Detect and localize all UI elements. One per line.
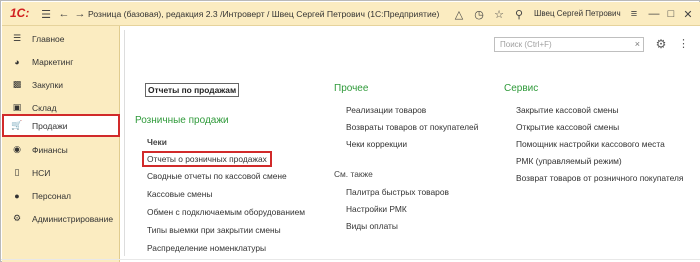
sidebar-item-marketing[interactable]: ◕ Маркетинг (2, 51, 120, 72)
bell-icon[interactable]: △ (451, 6, 467, 22)
subhead-receipts: Чеки (147, 137, 167, 147)
settings-gear-icon[interactable]: ⚙ (654, 37, 668, 51)
close-icon[interactable]: ✕ (680, 6, 696, 22)
menu-icon[interactable]: ☰ (38, 6, 54, 22)
warehouse-icon: ▣ (12, 102, 22, 112)
person-icon: ● (14, 190, 20, 201)
equipment-exchange-link[interactable]: Обмен с подключаемым оборудованием (147, 207, 305, 217)
cash-shifts-link[interactable]: Кассовые смены (147, 189, 212, 199)
current-user[interactable]: Швец Сергей Петрович (534, 9, 621, 18)
sidebar-item-finance[interactable]: ◉ Финансы (2, 139, 120, 160)
group-title-other: Прочее (334, 83, 369, 94)
window-title: Розница (базовая), редакция 2.3 /Интрове… (88, 9, 440, 19)
bottom-divider (1, 259, 700, 260)
maximize-icon[interactable]: □ (663, 6, 679, 22)
settings-menu-icon[interactable]: ≡ (626, 6, 642, 22)
more-vertical-icon[interactable]: ⋮ (678, 37, 689, 51)
section-content: Поиск (Ctrl+F) × ⚙ ⋮ Отчеты по продажам … (120, 26, 700, 262)
sections-panel: ☰ Главное ◕ Маркетинг ▩ Закупки ▣ Склад … (2, 26, 120, 262)
title-bar: 1С: ☰ ← → Розница (базовая), редакция 2.… (2, 2, 700, 26)
app-logo: 1С: (10, 6, 30, 20)
rmk-managed-mode-link[interactable]: РМК (управляемый режим) (516, 156, 622, 166)
back-icon[interactable]: ← (56, 6, 72, 22)
sidebar-item-nsi[interactable]: ▯ НСИ (2, 162, 120, 183)
open-shift-link[interactable]: Открытие кассовой смены (516, 122, 619, 132)
retail-sales-reports-link[interactable]: Отчеты о розничных продажах (142, 151, 272, 167)
coins-icon: ◉ (13, 144, 21, 154)
nomenclature-distribution-link[interactable]: Распределение номенклатуры (147, 243, 266, 253)
sales-reports-link[interactable]: Отчеты по продажам (145, 83, 240, 97)
sidebar-item-staff[interactable]: ● Персонал (2, 185, 120, 206)
retail-customer-return-link[interactable]: Возврат товаров от розничного покупателя (516, 173, 683, 183)
rmk-settings-link[interactable]: Настройки РМК (346, 204, 407, 214)
group-title-service: Сервис (504, 83, 539, 94)
cash-desk-setup-wizard-link[interactable]: Помощник настройки кассового места (516, 139, 665, 149)
correction-receipts-link[interactable]: Чеки коррекции (346, 139, 407, 149)
sidebar-item-purchases[interactable]: ▩ Закупки (2, 74, 120, 95)
minimize-icon[interactable]: — (646, 6, 662, 22)
forward-icon[interactable]: → (72, 6, 88, 22)
app-window: 1С: ☰ ← → Розница (базовая), редакция 2.… (0, 0, 700, 262)
group-title-retail: Розничные продажи (135, 115, 229, 126)
chart-pie-icon: ◕ (14, 56, 20, 67)
sidebar-item-main[interactable]: ☰ Главное (2, 28, 120, 49)
close-shift-link[interactable]: Закрытие кассовой смены (516, 105, 618, 115)
history-icon[interactable]: ◷ (471, 6, 487, 22)
payment-types-link[interactable]: Виды оплаты (346, 221, 398, 231)
shift-summary-reports-link[interactable]: Сводные отчеты по кассовой смене (147, 171, 287, 181)
favorites-icon[interactable]: ☆ (491, 6, 507, 22)
sidebar-item-admin[interactable]: ⚙ Администрирование (2, 208, 120, 229)
gear-icon: ⚙ (12, 213, 22, 223)
cart-icon: ▩ (12, 79, 22, 89)
see-also-title: См. также (334, 169, 373, 179)
sales-of-goods-link[interactable]: Реализации товаров (346, 105, 426, 115)
withdrawal-types-link[interactable]: Типы выемки при закрытии смены (147, 225, 281, 235)
clear-search-icon[interactable]: × (635, 39, 640, 49)
search-input[interactable]: Поиск (Ctrl+F) × (494, 37, 644, 52)
customer-returns-link[interactable]: Возвраты товаров от покупателей (346, 122, 478, 132)
list-icon: ☰ (12, 33, 22, 43)
panel-divider (124, 30, 125, 256)
search-icon[interactable]: ⚲ (511, 6, 527, 22)
sidebar-item-sales[interactable]: 🛒 Продажи (2, 114, 120, 137)
quick-goods-palette-link[interactable]: Палитра быстрых товаров (346, 187, 449, 197)
shopping-cart-icon: 🛒 (11, 120, 23, 130)
book-icon: ▯ (14, 167, 20, 177)
